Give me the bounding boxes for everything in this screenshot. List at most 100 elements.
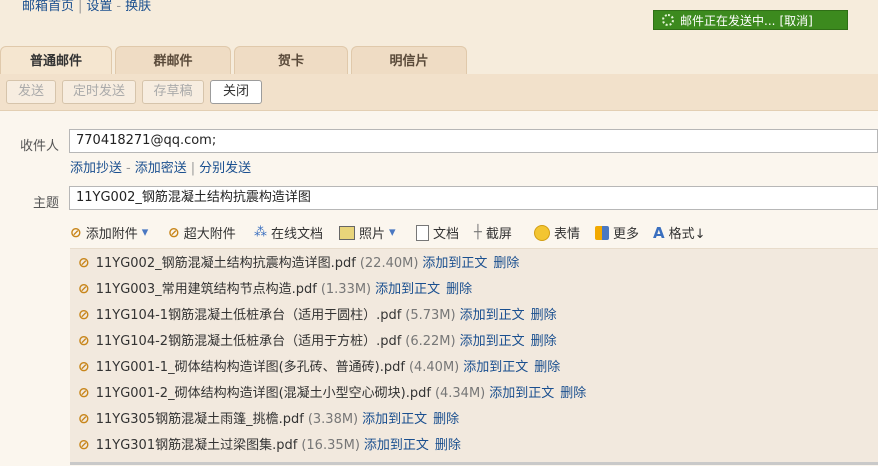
delete-link[interactable]: 删除 bbox=[433, 412, 459, 427]
large-paperclip-icon: ⊘ bbox=[168, 224, 180, 241]
compose-form: 收件人 770418271@qq.com; 添加抄送 - 添加密送 | 分别发送 主题 … bbox=[0, 111, 878, 466]
add-attachment-label: 添加附件 bbox=[85, 227, 138, 242]
attachment-list: ⊘ 11YG002_钢筋混凝土结构抗震构造详图.pdf (22.40M) 添加到正文删… bbox=[70, 248, 878, 463]
recipient-label: 收件人 bbox=[20, 139, 60, 154]
paperclip-icon: ⊘ bbox=[78, 255, 90, 271]
delete-link[interactable]: 删除 bbox=[493, 256, 519, 271]
add-attachment-button[interactable]: ⊘ 添加附件 ▾ bbox=[70, 223, 149, 243]
file-name: 11YG001-1_砌体结构构造详图(多孔砖、普通砖).pdf bbox=[95, 360, 405, 375]
tab-normal-mail[interactable]: 普通邮件 bbox=[0, 46, 112, 74]
smiley-icon bbox=[534, 224, 550, 241]
online-doc-button[interactable]: ⁂ 在线文档 bbox=[254, 223, 323, 242]
tab-greeting-card[interactable]: 贺卡 bbox=[234, 46, 348, 74]
delete-link[interactable]: 删除 bbox=[435, 438, 461, 453]
photo-button[interactable]: 照片 ▾ bbox=[339, 223, 396, 242]
save-draft-button[interactable]: 存草稿 bbox=[142, 80, 204, 104]
photo-icon bbox=[339, 225, 355, 240]
recipient-options: 添加抄送 - 添加密送 | 分别发送 bbox=[70, 161, 252, 176]
loading-spinner-icon bbox=[662, 14, 674, 26]
photo-dropdown-arrow-icon[interactable]: ▾ bbox=[389, 225, 396, 240]
add-to-body-link[interactable]: 添加到正文 bbox=[364, 438, 429, 453]
top-bar: 邮箱首页 | 设置 - 换肤 邮件正在发送中... [取消] bbox=[0, 0, 878, 38]
delete-link[interactable]: 删除 bbox=[531, 308, 557, 323]
screenshot-button[interactable]: ┼ 截屏 bbox=[474, 223, 512, 242]
file-name: 11YG001-2_砌体结构构造详图(混凝土小型空心砌块).pdf bbox=[95, 386, 431, 401]
file-size: (4.40M) bbox=[408, 360, 460, 375]
delete-link[interactable]: 删除 bbox=[446, 282, 472, 297]
add-to-body-link[interactable]: 添加到正文 bbox=[463, 360, 528, 375]
delete-link[interactable]: 删除 bbox=[534, 360, 560, 375]
delete-link[interactable]: 删除 bbox=[560, 386, 586, 401]
file-name: 11YG305钢筋混凝土雨篷_挑檐.pdf bbox=[95, 412, 304, 427]
emoji-label: 表情 bbox=[554, 227, 581, 242]
subject-input[interactable]: 11YG002_钢筋混凝土结构抗震构造详图 bbox=[69, 186, 878, 210]
add-to-body-link[interactable]: 添加到正文 bbox=[362, 412, 427, 427]
paperclip-icon: ⊘ bbox=[70, 224, 82, 241]
paperclip-icon: ⊘ bbox=[78, 281, 90, 297]
paperclip-icon: ⊘ bbox=[78, 385, 90, 401]
tab-postcard[interactable]: 明信片 bbox=[351, 46, 467, 74]
file-size: (4.34M) bbox=[434, 386, 486, 401]
add-to-body-link[interactable]: 添加到正文 bbox=[460, 334, 525, 349]
file-name: 11YG104-2钢筋混凝土低桩承台（适用于方桩）.pdf bbox=[95, 334, 402, 349]
large-attachment-button[interactable]: ⊘ 超大附件 bbox=[168, 223, 236, 243]
share-nodes-icon: ⁂ bbox=[254, 225, 267, 240]
emoji-button[interactable]: 表情 bbox=[534, 223, 580, 242]
compose-toolbar: 发送 定时发送 存草稿 关闭 bbox=[0, 74, 878, 111]
online-doc-label: 在线文档 bbox=[271, 227, 324, 242]
paperclip-icon: ⊘ bbox=[78, 359, 90, 375]
mailbox-home-link[interactable]: 邮箱首页 bbox=[22, 0, 74, 14]
body-editor-top-edge bbox=[70, 462, 878, 465]
font-a-icon: A bbox=[653, 223, 665, 242]
format-button[interactable]: A 格式↓ bbox=[653, 223, 706, 243]
format-label: 格式↓ bbox=[668, 227, 706, 242]
add-cc-link[interactable]: 添加抄送 bbox=[70, 161, 122, 176]
list-item: ⊘ 11YG305钢筋混凝土雨篷_挑檐.pdf (3.38M) 添加到正文 删除 bbox=[78, 408, 465, 430]
photo-label: 照片 bbox=[359, 227, 386, 242]
file-size: (5.73M) bbox=[405, 308, 456, 323]
file-name: 11YG002_钢筋混凝土结构抗震构造详图.pdf bbox=[95, 256, 356, 271]
list-item: ⊘ 11YG001-2_砌体结构构造详图(混凝土小型空心砌块).pdf (4.34M… bbox=[78, 382, 592, 404]
document-button[interactable]: 文档 bbox=[416, 223, 459, 242]
file-size: (22.40M) bbox=[359, 256, 419, 271]
add-to-body-link[interactable]: 添加到正文 bbox=[460, 308, 525, 323]
add-to-body-link[interactable]: 添加到正文 bbox=[422, 256, 487, 271]
scheduled-send-button[interactable]: 定时发送 bbox=[62, 80, 136, 104]
list-item: ⊘ 11YG104-1钢筋混凝土低桩承台（适用于圆柱）.pdf (5.73M) 添加到… bbox=[78, 304, 563, 326]
add-to-body-link[interactable]: 添加到正文 bbox=[489, 386, 554, 401]
paperclip-icon: ⊘ bbox=[78, 411, 90, 427]
file-size: (6.22M) bbox=[405, 334, 456, 349]
sending-status-text: 邮件正在发送中... bbox=[680, 13, 776, 28]
paperclip-icon: ⊘ bbox=[78, 307, 90, 323]
paperclip-icon: ⊘ bbox=[78, 437, 90, 453]
delete-link[interactable]: 删除 bbox=[531, 334, 557, 349]
change-skin-link[interactable]: 换肤 bbox=[125, 0, 151, 14]
add-to-body-link[interactable]: 添加到正文 bbox=[375, 282, 440, 297]
dropdown-arrow-icon[interactable]: ▾ bbox=[142, 225, 149, 240]
list-item: ⊘ 11YG002_钢筋混凝土结构抗震构造详图.pdf (22.40M) 添加到正文删… bbox=[78, 252, 525, 274]
settings-link[interactable]: 设置 bbox=[86, 0, 112, 14]
send-button[interactable]: 发送 bbox=[6, 80, 56, 104]
top-links: 邮箱首页 | 设置 - 换肤 bbox=[22, 0, 152, 14]
grid-icon bbox=[595, 225, 609, 240]
tab-group-mail[interactable]: 群邮件 bbox=[115, 46, 231, 74]
add-bcc-link[interactable]: 添加密送 bbox=[135, 161, 187, 176]
list-item: ⊘ 11YG104-2钢筋混凝土低桩承台（适用于方桩）.pdf (6.22M) 添加到… bbox=[78, 330, 563, 352]
crop-icon: ┼ bbox=[474, 225, 482, 240]
list-item: ⊘ 11YG003_常用建筑结构节点构造.pdf (1.33M) 添加到正文 删除 bbox=[78, 278, 478, 300]
document-icon bbox=[416, 224, 429, 241]
list-item: ⊘ 11YG301钢筋混凝土过梁图集.pdf (16.35M) 添加到正文 删除 bbox=[78, 434, 467, 456]
subject-label: 主题 bbox=[33, 196, 60, 211]
list-item: ⊘ 11YG001-1_砌体结构构造详图(多孔砖、普通砖).pdf (4.40M) 添… bbox=[78, 356, 566, 378]
screenshot-label: 截屏 bbox=[485, 227, 512, 242]
more-button[interactable]: 更多 bbox=[595, 223, 639, 242]
document-label: 文档 bbox=[433, 227, 460, 242]
close-button[interactable]: 关闭 bbox=[210, 80, 262, 104]
send-separately-link[interactable]: 分别发送 bbox=[199, 161, 251, 176]
file-name: 11YG301钢筋混凝土过梁图集.pdf bbox=[95, 438, 298, 453]
cancel-sending-link[interactable]: [取消] bbox=[779, 12, 812, 29]
file-size: (1.33M) bbox=[320, 282, 372, 297]
compose-tabs: 普通邮件 群邮件 贺卡 明信片 bbox=[0, 46, 878, 74]
file-size: (16.35M) bbox=[301, 438, 360, 453]
recipient-input[interactable]: 770418271@qq.com; bbox=[69, 129, 878, 153]
